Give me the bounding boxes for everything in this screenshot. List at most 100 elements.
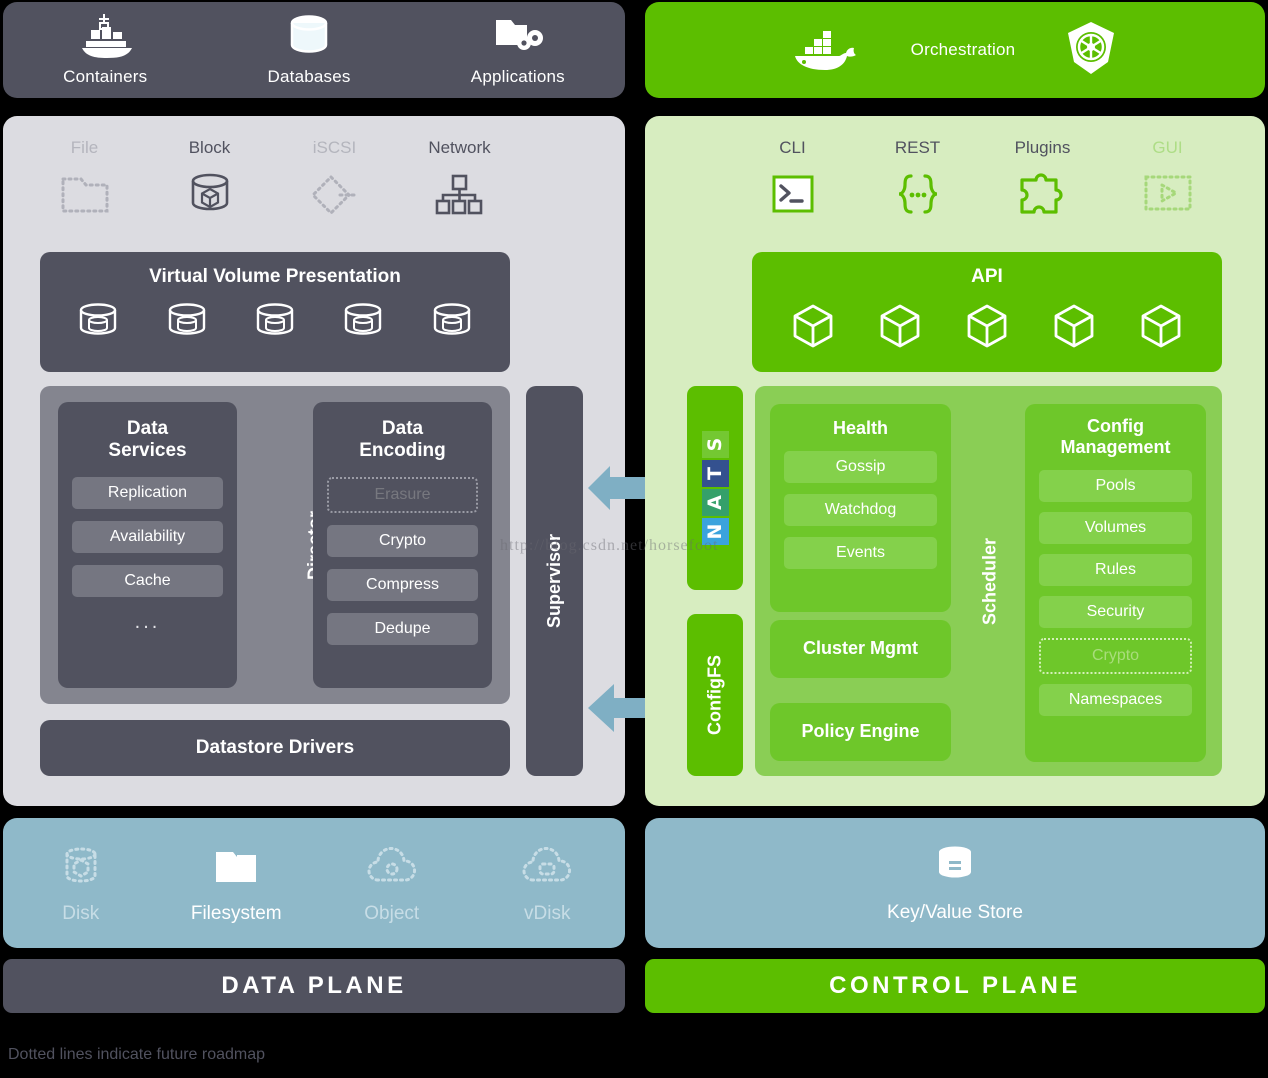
- volume-cylinder-icon: [163, 302, 211, 347]
- backend-label: Disk: [62, 902, 100, 924]
- folder-gears-icon: [492, 14, 544, 63]
- kubernetes-helm-icon: [1063, 20, 1119, 81]
- configfs-label: ConfigFS: [704, 655, 725, 735]
- policy-engine-label: Policy Engine: [801, 721, 920, 742]
- backend-label: Object: [364, 902, 420, 924]
- interface-label: Plugins: [1014, 138, 1071, 157]
- policy-engine-block: Policy Engine: [770, 703, 951, 761]
- cloud-object-dotted-icon: [364, 842, 420, 893]
- curly-braces-icon: [892, 166, 944, 222]
- chip-volumes[interactable]: Volumes: [1039, 512, 1192, 545]
- consumer-containers: Containers: [63, 13, 148, 87]
- title-line-2: Services: [108, 440, 187, 462]
- virtual-volume-presentation: Virtual Volume Presentation: [40, 252, 510, 372]
- chip-gossip[interactable]: Gossip: [784, 451, 937, 484]
- interface-rest: REST: [858, 138, 978, 222]
- backend-object: Object: [327, 842, 457, 925]
- config-management-block: Config Management Pools Volumes Rules Se…: [1025, 404, 1206, 762]
- storage-backends-row: Disk Filesystem Object vDisk: [3, 818, 625, 948]
- chip-erasure[interactable]: Erasure: [327, 476, 478, 513]
- database-cylinder-icon: [285, 14, 333, 63]
- api-block: API: [752, 252, 1222, 372]
- keyvalue-cylinder-icon: [931, 843, 979, 892]
- puzzle-piece-icon: [1017, 166, 1069, 222]
- protocol-block: Block: [150, 138, 270, 222]
- health-title: Health: [832, 418, 888, 438]
- backend-filesystem: Filesystem: [171, 842, 301, 925]
- storage-backends-bar: Disk Filesystem Object vDisk: [3, 818, 625, 948]
- orchestration-label: Orchestration: [910, 40, 1016, 59]
- config-management-items: Pools Volumes Rules Security Crypto Name…: [1039, 470, 1192, 717]
- consumer-label: Databases: [267, 66, 351, 86]
- chip-availability[interactable]: Availability: [72, 520, 223, 553]
- consumer-label: Containers: [63, 66, 148, 86]
- config-management-title: Config Management: [1039, 416, 1192, 458]
- volume-cylinder-icon: [74, 302, 122, 347]
- nats-letter-s: S: [701, 431, 729, 458]
- protocol-label: Network: [428, 138, 491, 157]
- nats-letter-n: N: [701, 518, 729, 545]
- protocol-network: Network: [400, 138, 520, 222]
- nats-rail: S T A N: [687, 386, 743, 590]
- iscsi-diamond-dotted-icon: [307, 166, 363, 222]
- container-ship-icon: [76, 13, 134, 63]
- health-items: Gossip Watchdog Events: [784, 451, 937, 570]
- nats-letter-t: T: [701, 460, 729, 487]
- chip-dedupe[interactable]: Dedupe: [327, 612, 478, 645]
- interface-plugins: Plugins: [983, 138, 1103, 222]
- volume-cylinder-icon: [251, 302, 299, 347]
- virtual-volume-title: Virtual Volume Presentation: [149, 266, 401, 287]
- chip-pools[interactable]: Pools: [1039, 470, 1192, 503]
- chip-crypto[interactable]: Crypto: [327, 524, 478, 557]
- protocol-iscsi: iSCSI: [275, 138, 395, 222]
- health-block: Health Gossip Watchdog Events: [770, 404, 951, 612]
- title-line-1: Data: [381, 418, 424, 439]
- terminal-prompt-icon: [768, 166, 818, 222]
- protocol-label: iSCSI: [312, 138, 357, 157]
- title-line-1: Data: [126, 418, 169, 439]
- volume-cylinder-icon: [428, 302, 476, 347]
- disk-dotted-icon: [56, 842, 106, 893]
- nats-letters: S T A N: [701, 431, 729, 545]
- title-line-2: Management: [1060, 437, 1171, 458]
- scheduler-label: Scheduler: [979, 537, 1000, 625]
- chip-security[interactable]: Security: [1039, 596, 1192, 629]
- data-encoding-title: Data Encoding: [327, 418, 478, 463]
- cube-icon: [789, 302, 837, 353]
- datastore-drivers-block: Datastore Drivers: [40, 720, 510, 776]
- chip-cache[interactable]: Cache: [72, 564, 223, 597]
- chip-rules[interactable]: Rules: [1039, 554, 1192, 587]
- folder-dotted-icon: [57, 166, 113, 222]
- cluster-mgmt-label: Cluster Mgmt: [802, 638, 918, 659]
- footnote: Dotted lines indicate future roadmap: [8, 1046, 266, 1063]
- datastore-drivers-label: Datastore Drivers: [195, 736, 355, 758]
- backend-vdisk: vDisk: [482, 842, 612, 925]
- network-tree-icon: [432, 166, 488, 222]
- docker-whale-icon: [791, 23, 863, 78]
- data-plane-label: DATA PLANE: [3, 959, 625, 1013]
- chip-crypto[interactable]: Crypto: [1039, 638, 1192, 675]
- interface-row: CLI REST Plugins GUI: [730, 138, 1230, 222]
- orchestration-group: Orchestration: [791, 20, 1120, 81]
- backend-label: Filesystem: [190, 902, 282, 924]
- folder-solid-icon: [210, 842, 262, 893]
- backend-keyvalue: Key/Value Store: [887, 843, 1023, 924]
- volume-cylinder-icon: [339, 302, 387, 347]
- chip-events[interactable]: Events: [784, 537, 937, 570]
- configfs-rail: ConfigFS: [687, 614, 743, 776]
- cube-icon: [1050, 302, 1098, 353]
- keyvalue-row: Key/Value Store: [645, 818, 1265, 948]
- access-protocol-row: File Block iSCSI Network: [22, 138, 522, 222]
- interface-gui: GUI: [1108, 138, 1228, 222]
- title-line-2: Encoding: [359, 440, 446, 462]
- consumer-applications: Applications: [471, 14, 565, 87]
- backend-label: Key/Value Store: [887, 901, 1023, 923]
- block-cylinder-icon: [184, 166, 236, 222]
- cluster-mgmt-block: Cluster Mgmt: [770, 620, 951, 678]
- chip-compress[interactable]: Compress: [327, 568, 478, 601]
- chip-watchdog[interactable]: Watchdog: [784, 494, 937, 527]
- gui-play-dotted-icon: [1140, 166, 1196, 222]
- chip-namespaces[interactable]: Namespaces: [1039, 684, 1192, 717]
- nats-letter-a: A: [701, 489, 729, 516]
- chip-replication[interactable]: Replication: [72, 476, 223, 509]
